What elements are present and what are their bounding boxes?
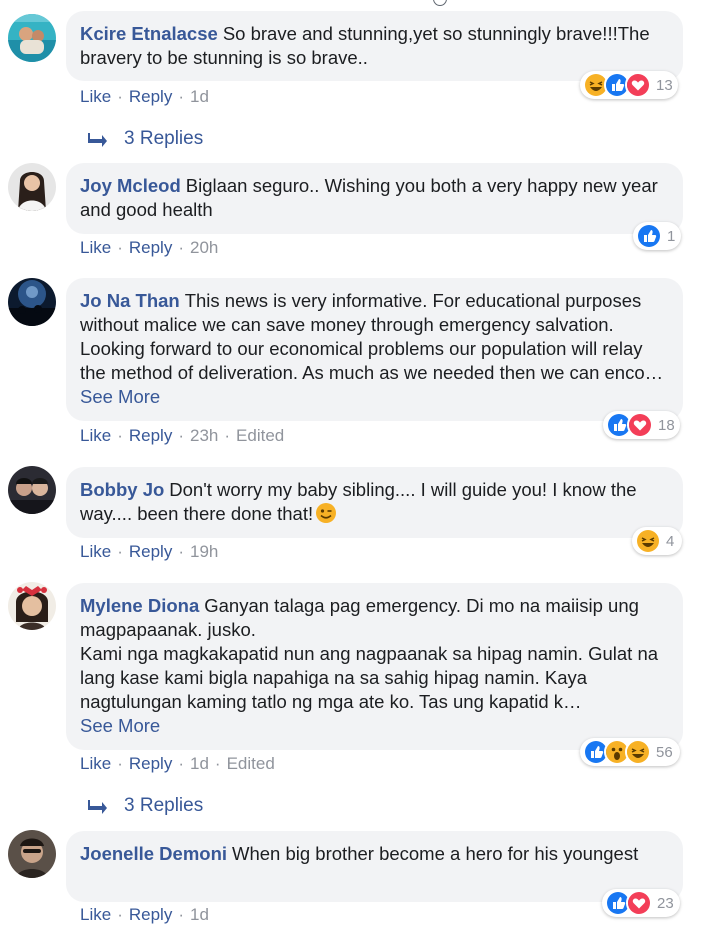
comment-text: When big brother become a hero for his y…: [232, 843, 639, 864]
replies-count: 3 Replies: [124, 128, 204, 149]
love-reaction-icon: [627, 412, 653, 438]
comment-bubble: Bobby Jo Don't worry my baby sibling.... …: [66, 467, 683, 538]
like-link[interactable]: Like: [80, 905, 111, 924]
reaction-count: 4: [666, 532, 675, 550]
comment-actions: Like · Reply · 20h: [80, 238, 219, 257]
comment-bubble: Jo Na Than This news is very informative.…: [66, 278, 683, 421]
comment-author[interactable]: Kcire Etnalacse: [80, 23, 218, 44]
reaction-summary[interactable]: 56: [580, 738, 680, 766]
reply-arrow-icon: [88, 800, 107, 814]
comment-actions: Like · Reply · 19h: [80, 542, 219, 561]
avatar[interactable]: [8, 466, 56, 514]
comment-time[interactable]: 1d: [190, 754, 209, 773]
reaction-count: 56: [656, 743, 673, 761]
comment-author[interactable]: Joenelle Demoni: [80, 843, 227, 864]
comment-bubble: Joenelle Demoni When big brother become a…: [66, 831, 683, 902]
reaction-summary[interactable]: 4: [632, 527, 682, 555]
avatar[interactable]: [8, 582, 56, 630]
avatar[interactable]: [8, 830, 56, 878]
comment-time[interactable]: 1d: [190, 905, 209, 924]
comment-actions: Like · Reply · 1d: [80, 87, 209, 106]
comment-time[interactable]: 19h: [190, 542, 218, 561]
reply-arrow-icon: [88, 133, 107, 147]
reply-link[interactable]: Reply: [129, 542, 172, 561]
comment-author[interactable]: Bobby Jo: [80, 479, 164, 500]
comment-bubble: Mylene Diona Ganyan talaga pag emergency.…: [66, 583, 683, 750]
reaction-count: 1: [667, 227, 676, 245]
reaction-summary[interactable]: 1: [633, 222, 681, 250]
reaction-count: 23: [657, 894, 674, 912]
comment-actions: Like · Reply · 1d: [80, 905, 209, 924]
reaction-summary[interactable]: 13: [580, 71, 678, 99]
comment-time[interactable]: 1d: [190, 87, 209, 106]
view-replies-link[interactable]: 3 Replies: [88, 128, 203, 150]
reaction-summary[interactable]: 18: [603, 411, 680, 439]
comment-bubble: Joy Mcleod Biglaan seguro.. Wishing you b…: [66, 163, 683, 234]
comment-time[interactable]: 20h: [190, 238, 218, 257]
love-reaction-icon: [625, 72, 651, 98]
like-reaction-icon: [636, 223, 662, 249]
reply-link[interactable]: Reply: [129, 87, 172, 106]
like-link[interactable]: Like: [80, 754, 111, 773]
replies-count: 3 Replies: [124, 795, 204, 816]
love-reaction-icon: [626, 890, 652, 916]
haha-reaction-icon: [625, 739, 651, 765]
comment-author[interactable]: Jo Na Than: [80, 290, 180, 311]
view-replies-link[interactable]: 3 Replies: [88, 795, 203, 817]
reply-link[interactable]: Reply: [129, 426, 172, 445]
edited-label[interactable]: Edited: [236, 426, 284, 445]
reaction-count: 13: [656, 76, 673, 94]
avatar[interactable]: [8, 278, 56, 326]
comment-actions: Like · Reply · 23h · Edited: [80, 426, 285, 445]
reply-link[interactable]: Reply: [129, 905, 172, 924]
avatar[interactable]: [8, 163, 56, 211]
edited-label[interactable]: Edited: [227, 754, 275, 773]
comment-text: Don't worry my baby sibling.... I will g…: [80, 479, 642, 524]
reaction-summary[interactable]: 23: [602, 889, 680, 917]
like-link[interactable]: Like: [80, 542, 111, 561]
see-more-link[interactable]: See More: [80, 715, 160, 736]
like-link[interactable]: Like: [80, 426, 111, 445]
haha-reaction-icon: [635, 528, 661, 554]
reply-link[interactable]: Reply: [129, 754, 172, 773]
comment-time[interactable]: 23h: [190, 426, 218, 445]
like-link[interactable]: Like: [80, 87, 111, 106]
comment-author[interactable]: Mylene Diona: [80, 595, 199, 616]
see-more-link[interactable]: See More: [80, 386, 160, 407]
reply-link[interactable]: Reply: [129, 238, 172, 257]
comment-author[interactable]: Joy Mcleod: [80, 175, 181, 196]
reaction-count: 18: [658, 416, 675, 434]
scroll-indicator: [433, 0, 447, 6]
comment-actions: Like · Reply · 1d · Edited: [80, 754, 275, 773]
wink-emoji-icon: [316, 503, 337, 523]
avatar[interactable]: [8, 14, 56, 62]
like-link[interactable]: Like: [80, 238, 111, 257]
